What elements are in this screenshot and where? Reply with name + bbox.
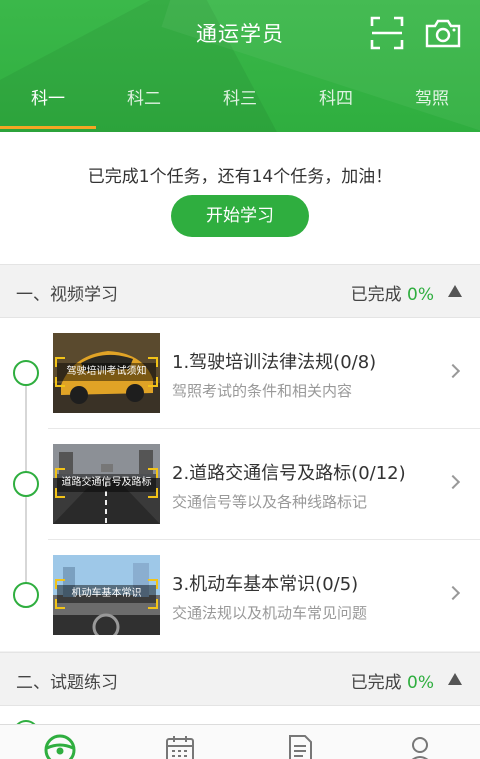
subject-tabs: 科一 科二 科三 科四 驾照 [0, 84, 480, 114]
nav-records[interactable] [240, 725, 360, 759]
section-title: 二、试题练习 [16, 673, 118, 693]
lesson-item[interactable]: 机动车基本常识 3.机动车基本常识(0/5) 交通法规以及机动车常见问题 [0, 540, 480, 651]
start-study-button[interactable]: 开始学习 [171, 195, 309, 237]
document-icon [289, 735, 312, 759]
chevron-right-icon [445, 363, 461, 379]
lesson-thumbnail: 机动车基本常识 [53, 555, 160, 635]
collapse-arrow-icon[interactable] [448, 285, 462, 297]
page-title: 通运学员 [196, 22, 284, 46]
scan-icon [370, 16, 404, 50]
camera-icon [425, 19, 461, 48]
section-percent: 0% [407, 285, 434, 305]
app-header: 通运学员 科一 科二 科三 科四 驾照 [0, 0, 480, 132]
bottom-navigation [0, 724, 480, 759]
tab-ke-si[interactable]: 科四 [288, 84, 384, 114]
tab-ke-yi[interactable]: 科一 [0, 84, 96, 114]
collapse-arrow-icon[interactable] [448, 673, 462, 685]
progress-circle-icon [13, 471, 39, 497]
nav-study[interactable] [0, 725, 120, 759]
video-lesson-list: 驾驶培训考试须知 1.驾驶培训法律法规(0/8) 驾照考试的条件和相关内容 道路… [0, 318, 480, 651]
active-tab-indicator [0, 126, 96, 129]
section-title: 一、视频学习 [16, 285, 118, 305]
thumbnail-caption: 道路交通信号及路标 [57, 474, 156, 492]
calendar-icon [166, 736, 194, 759]
section-header-video[interactable]: 一、视频学习 已完成 0% [0, 264, 480, 318]
lesson-description: 驾照考试的条件和相关内容 [172, 382, 353, 400]
nav-schedule[interactable] [120, 725, 240, 759]
section-status: 已完成 0% [350, 285, 434, 305]
progress-message: 已完成1个任务，还有14个任务，加油！ [87, 167, 393, 187]
tab-ke-san[interactable]: 科三 [192, 84, 288, 114]
tab-jia-zhao[interactable]: 驾照 [384, 84, 480, 114]
nav-profile[interactable] [360, 725, 480, 759]
chevron-right-icon [445, 474, 461, 490]
lesson-thumbnail: 道路交通信号及路标 [53, 444, 160, 524]
lesson-title: 1.驾驶培训法律法规(0/8) [172, 352, 377, 373]
person-icon [411, 737, 429, 759]
tab-ke-er[interactable]: 科二 [96, 84, 192, 114]
lesson-description: 交通法规以及机动车常见问题 [172, 604, 368, 622]
progress-circle-icon [13, 582, 39, 608]
lesson-item[interactable]: 驾驶培训考试须知 1.驾驶培训法律法规(0/8) 驾照考试的条件和相关内容 [0, 318, 480, 429]
camera-button[interactable] [424, 14, 462, 52]
lesson-description: 交通信号等以及各种线路标记 [172, 493, 368, 511]
lesson-thumbnail: 驾驶培训考试须知 [53, 333, 160, 413]
lesson-title: 3.机动车基本常识(0/5) [172, 574, 359, 595]
section-header-practice[interactable]: 二、试题练习 已完成 0% [0, 652, 480, 706]
lesson-title: 2.道路交通信号及路标(0/12) [172, 463, 406, 484]
thumbnail-caption: 驾驶培训考试须知 [57, 363, 156, 381]
section-status: 已完成 0% [350, 673, 434, 693]
chevron-right-icon [445, 585, 461, 601]
steering-wheel-icon [44, 734, 76, 759]
section-percent: 0% [407, 673, 434, 693]
lesson-item[interactable]: 道路交通信号及路标 2.道路交通信号及路标(0/12) 交通信号等以及各种线路标… [0, 429, 480, 540]
scan-button[interactable] [368, 14, 406, 52]
progress-circle-icon [13, 360, 39, 386]
progress-card: 已完成1个任务，还有14个任务，加油！ 开始学习 [0, 132, 480, 264]
thumbnail-caption: 机动车基本常识 [57, 585, 156, 603]
